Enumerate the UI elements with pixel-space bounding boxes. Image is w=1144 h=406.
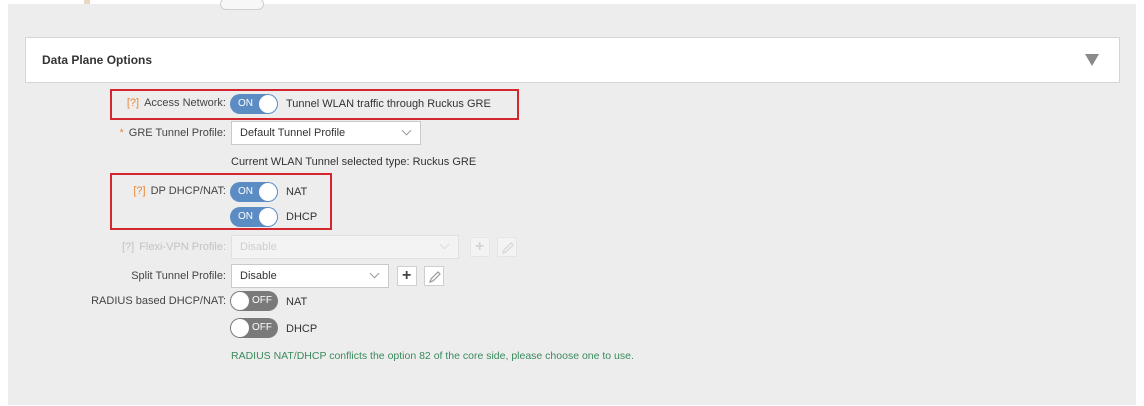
toggle-state: OFF xyxy=(252,295,272,306)
flexi-vpn-profile-select: Disable xyxy=(231,235,459,259)
pencil-icon xyxy=(502,242,514,254)
radius-dhcp-nat-row: RADIUS based DHCP/NAT: OFF NAT xyxy=(0,291,1144,313)
required-marker: * xyxy=(119,127,124,139)
radius-nat-toggle[interactable]: OFF xyxy=(230,291,278,311)
radius-nat-text: NAT xyxy=(286,296,308,308)
radius-conflict-note: RADIUS NAT/DHCP conflicts the option 82 … xyxy=(231,350,634,362)
partial-help-marker-above xyxy=(84,0,90,4)
radius-dhcp-text: DHCP xyxy=(286,323,318,335)
partial-toggle-above[interactable] xyxy=(220,0,264,10)
chevron-down-icon xyxy=(369,268,380,279)
split-tunnel-profile-value: Disable xyxy=(240,270,277,282)
gre-tunnel-profile-select[interactable]: Default Tunnel Profile xyxy=(231,121,421,145)
radius-dhcp-nat-label: RADIUS based DHCP/NAT: xyxy=(91,295,226,307)
radius-dhcp-toggle[interactable]: OFF xyxy=(230,318,278,338)
toggle-knob xyxy=(231,319,249,337)
radius-dhcp-row: OFF DHCP xyxy=(0,318,1144,340)
flexi-vpn-profile-value: Disable xyxy=(240,241,277,253)
chevron-down-icon xyxy=(401,125,412,136)
gre-tunnel-profile-label: * GRE Tunnel Profile: xyxy=(120,127,227,139)
split-tunnel-profile-select[interactable]: Disable xyxy=(231,264,389,288)
flexi-vpn-profile-label-text: Flexi-VPN Profile: xyxy=(139,241,226,253)
dp-dhcp-nat-highlight xyxy=(110,173,332,230)
access-network-highlight xyxy=(110,89,519,120)
flexi-vpn-profile-row: [?] Flexi-VPN Profile: Disable + xyxy=(0,235,1144,259)
flexi-vpn-edit-button xyxy=(497,237,517,257)
pencil-icon xyxy=(429,271,441,283)
split-tunnel-profile-label: Split Tunnel Profile: xyxy=(131,270,226,282)
help-marker: [?] xyxy=(121,241,135,253)
triangle-down-icon[interactable] xyxy=(1085,54,1099,66)
split-tunnel-edit-button[interactable] xyxy=(424,266,444,286)
section-title: Data Plane Options xyxy=(42,53,153,67)
current-tunnel-type-info: Current WLAN Tunnel selected type: Rucku… xyxy=(231,156,477,168)
gre-tunnel-profile-label-text: GRE Tunnel Profile: xyxy=(128,127,226,139)
data-plane-options-header[interactable]: Data Plane Options xyxy=(25,37,1120,83)
split-tunnel-profile-row: Split Tunnel Profile: Disable + xyxy=(0,264,1144,288)
toggle-state: OFF xyxy=(252,322,272,333)
plus-icon: + xyxy=(402,267,412,284)
plus-icon: + xyxy=(475,238,485,255)
gre-tunnel-profile-value: Default Tunnel Profile xyxy=(240,127,346,139)
chevron-down-icon xyxy=(439,239,450,250)
flexi-vpn-add-button: + xyxy=(470,237,490,257)
toggle-knob xyxy=(231,292,249,310)
gre-tunnel-profile-row: * GRE Tunnel Profile: Default Tunnel Prof… xyxy=(0,121,1144,145)
flexi-vpn-profile-label: [?] Flexi-VPN Profile: xyxy=(122,241,226,253)
split-tunnel-add-button[interactable]: + xyxy=(397,266,417,286)
